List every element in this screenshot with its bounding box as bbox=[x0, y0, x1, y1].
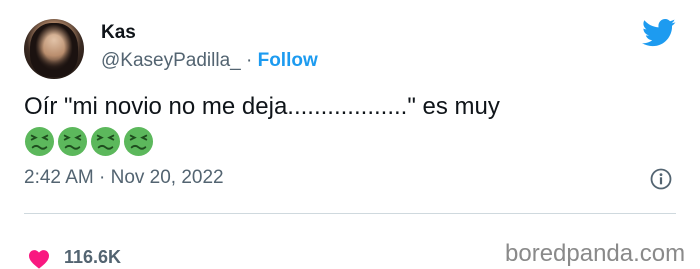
watermark: boredpanda.com bbox=[505, 240, 686, 267]
nauseated-face-emoji bbox=[57, 126, 88, 157]
author-name[interactable]: Kas bbox=[101, 22, 136, 44]
tweet-text: Oír "mi novio no me deja................… bbox=[24, 93, 500, 120]
heart-icon[interactable] bbox=[28, 249, 50, 269]
info-icon[interactable] bbox=[650, 168, 672, 190]
like-count[interactable]: 116.6K bbox=[64, 247, 121, 268]
twitter-bird-icon[interactable] bbox=[642, 18, 676, 48]
divider bbox=[24, 213, 676, 214]
nauseated-face-emoji bbox=[24, 126, 55, 157]
emoji-row bbox=[24, 126, 156, 158]
handle-row: @KaseyPadilla_ · Follow bbox=[101, 50, 318, 72]
author-handle[interactable]: @KaseyPadilla_ bbox=[101, 50, 241, 71]
follow-button[interactable]: Follow bbox=[258, 50, 318, 71]
nauseated-face-emoji bbox=[90, 126, 121, 157]
avatar[interactable] bbox=[24, 19, 84, 79]
timestamp[interactable]: 2:42 AM · Nov 20, 2022 bbox=[24, 167, 224, 189]
follow-separator: · bbox=[240, 50, 258, 71]
nauseated-face-emoji bbox=[123, 126, 154, 157]
